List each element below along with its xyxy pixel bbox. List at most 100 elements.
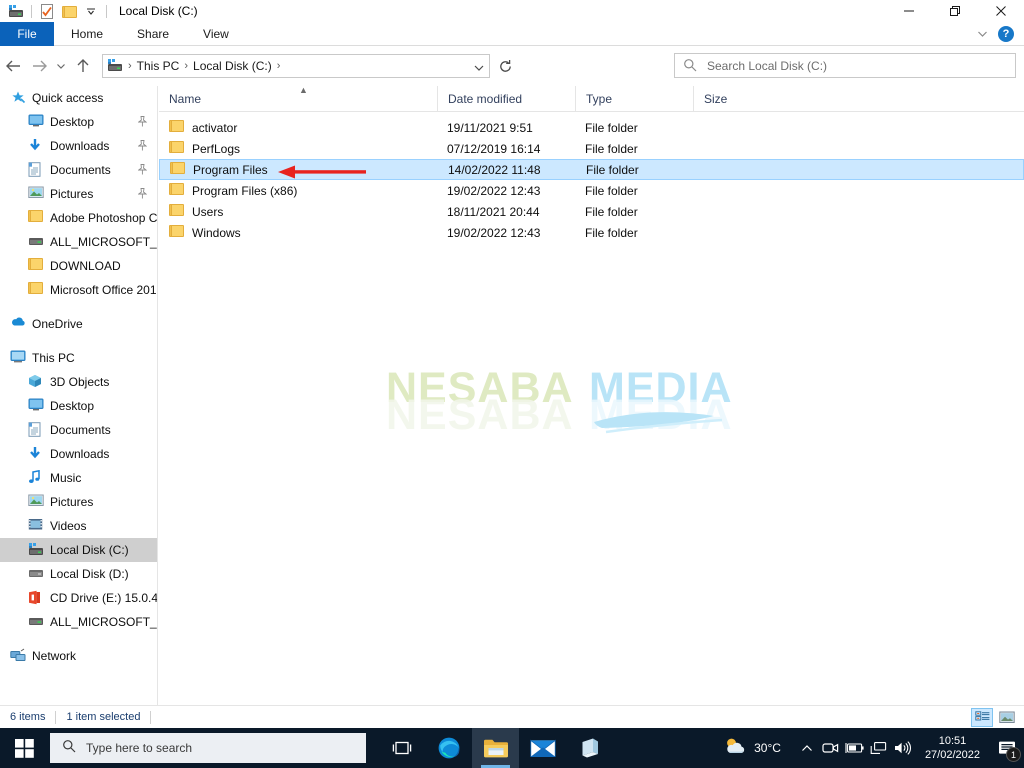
- file-explorer-icon[interactable]: [472, 728, 519, 768]
- details-view-icon[interactable]: [971, 708, 993, 727]
- meet-now-icon[interactable]: [819, 728, 843, 768]
- microsoft-edge-icon[interactable]: [425, 728, 472, 768]
- network-icon[interactable]: [867, 728, 891, 768]
- forward-arrow-icon[interactable]: [26, 53, 52, 79]
- watermark-text-media: MEDIA: [589, 364, 733, 412]
- sidebar-item-download[interactable]: DOWNLOAD: [0, 254, 157, 278]
- clock-time: 10:51: [938, 735, 967, 747]
- sidebar-item-quick-access[interactable]: Quick access: [0, 86, 157, 110]
- large-icons-view-icon[interactable]: [996, 708, 1018, 727]
- sidebar-label: Documents: [50, 423, 111, 437]
- sidebar-label: Pictures: [50, 187, 94, 201]
- navigation-pane[interactable]: Quick access Desktop Downloads Documents…: [0, 86, 158, 705]
- sidebar-item-documents[interactable]: Documents: [0, 158, 157, 182]
- up-arrow-icon[interactable]: [70, 53, 96, 79]
- file-name-cell: Windows: [159, 222, 437, 243]
- svg-text:NESABA: NESABA: [386, 391, 574, 439]
- restore-icon[interactable]: [932, 0, 978, 22]
- sidebar-item-all-microsoft-o[interactable]: ALL_MICROSOFT_O: [0, 230, 157, 254]
- show-hidden-icons-icon[interactable]: [795, 728, 819, 768]
- sidebar-item-downloads[interactable]: Downloads: [0, 134, 157, 158]
- recent-locations-chevron-icon[interactable]: [52, 53, 70, 79]
- sidebar-item-cd-drive-e[interactable]: CD Drive (E:) 15.0.45: [0, 586, 157, 610]
- table-row[interactable]: Program Files (x86) 19/02/2022 12:43 Fil…: [159, 180, 1024, 201]
- file-name: Users: [192, 204, 224, 219]
- column-header-name[interactable]: Name ▲: [159, 84, 437, 112]
- breadcrumb-local-disk-c[interactable]: Local Disk (C:): [190, 59, 275, 73]
- annotation-arrow-icon: [278, 165, 368, 179]
- sidebar-item-onedrive[interactable]: OneDrive: [0, 312, 157, 336]
- column-header-type[interactable]: Type: [575, 85, 693, 112]
- tab-share[interactable]: Share: [120, 22, 186, 46]
- close-icon[interactable]: [978, 0, 1024, 22]
- status-bar: 6 items 1 item selected: [0, 705, 1024, 728]
- properties-icon[interactable]: [36, 1, 58, 21]
- sort-ascending-icon: ▲: [299, 84, 308, 95]
- notification-icon[interactable]: 1: [990, 728, 1024, 768]
- tab-view[interactable]: View: [186, 22, 246, 46]
- file-type: File folder: [585, 120, 638, 135]
- volume-icon[interactable]: [891, 728, 915, 768]
- table-row[interactable]: Program Files 14/02/2022 11:48 File fold…: [159, 159, 1024, 180]
- sidebar-item-all-microsoft-o-pc[interactable]: ALL_MICROSOFT_O: [0, 610, 157, 634]
- sidebar-item-videos[interactable]: Videos: [0, 514, 157, 538]
- drive-icon[interactable]: [5, 1, 27, 21]
- sidebar-label: OneDrive: [32, 317, 83, 331]
- sidebar-item-downloads-pc[interactable]: Downloads: [0, 442, 157, 466]
- help-button[interactable]: ?: [998, 26, 1014, 42]
- table-row[interactable]: Windows 19/02/2022 12:43 File folder: [159, 222, 1024, 243]
- mail-icon[interactable]: [519, 728, 566, 768]
- new-folder-icon[interactable]: [58, 1, 80, 21]
- store-icon[interactable]: [566, 728, 613, 768]
- taskbar-search-input[interactable]: Type here to search: [50, 733, 366, 763]
- sidebar-item-adobe-photoshop[interactable]: Adobe Photoshop C: [0, 206, 157, 230]
- file-date: 19/02/2022 12:43: [447, 183, 541, 198]
- sidebar-item-network[interactable]: Network: [0, 644, 157, 668]
- sidebar-item-documents-pc[interactable]: Documents: [0, 418, 157, 442]
- expand-ribbon-chevron-icon[interactable]: [968, 23, 996, 45]
- sidebar-item-pictures[interactable]: Pictures: [0, 182, 157, 206]
- table-row[interactable]: activator 19/11/2021 9:51 File folder: [159, 117, 1024, 138]
- search-input[interactable]: Search Local Disk (C:): [674, 53, 1016, 78]
- taskbar-clock[interactable]: 10:51 27/02/2022: [915, 728, 990, 768]
- tab-file[interactable]: File: [0, 22, 54, 46]
- sidebar-item-microsoft-office[interactable]: Microsoft Office 201: [0, 278, 157, 302]
- file-date: 07/12/2019 16:14: [447, 141, 541, 156]
- watermark-text-nesaba: NESABA: [386, 364, 574, 412]
- tab-home[interactable]: Home: [54, 22, 120, 46]
- sidebar-item-music[interactable]: Music: [0, 466, 157, 490]
- sidebar-item-this-pc[interactable]: This PC: [0, 346, 157, 370]
- sidebar-item-desktop[interactable]: Desktop: [0, 110, 157, 134]
- file-name-cell: activator: [159, 117, 437, 138]
- videos-icon: [28, 518, 44, 534]
- breadcrumb[interactable]: › This PC › Local Disk (C:) ›: [102, 54, 490, 78]
- column-header-size[interactable]: Size: [693, 85, 771, 112]
- battery-icon[interactable]: [843, 728, 867, 768]
- sidebar-item-3d-objects[interactable]: 3D Objects: [0, 370, 157, 394]
- back-arrow-icon[interactable]: [0, 53, 26, 79]
- windows-start-icon[interactable]: [0, 728, 48, 768]
- table-row[interactable]: PerfLogs 07/12/2019 16:14 File folder: [159, 138, 1024, 159]
- weather-widget[interactable]: 30°C: [723, 736, 781, 761]
- address-dropdown-icon[interactable]: [473, 59, 485, 77]
- customize-chevron-icon[interactable]: [80, 1, 102, 21]
- refresh-icon[interactable]: [492, 54, 518, 78]
- sidebar-item-pictures-pc[interactable]: Pictures: [0, 490, 157, 514]
- taskbar-search-placeholder: Type here to search: [86, 741, 193, 755]
- sidebar-label: Adobe Photoshop C: [50, 211, 157, 225]
- file-type: File folder: [585, 225, 638, 240]
- pictures-icon: [28, 494, 44, 510]
- task-view-icon[interactable]: [378, 728, 425, 768]
- table-row[interactable]: Users 18/11/2021 20:44 File folder: [159, 201, 1024, 222]
- column-header-date-modified[interactable]: Date modified: [437, 85, 575, 112]
- column-label: Date modified: [448, 91, 523, 106]
- search-icon: [683, 58, 699, 74]
- file-name-cell: Program Files: [160, 159, 438, 180]
- sidebar-item-local-disk-c[interactable]: Local Disk (C:): [0, 538, 157, 562]
- sidebar-item-local-disk-d[interactable]: Local Disk (D:): [0, 562, 157, 586]
- minimize-icon[interactable]: [886, 0, 932, 22]
- breadcrumb-this-pc[interactable]: This PC: [134, 59, 183, 73]
- file-date: 19/02/2022 12:43: [447, 225, 541, 240]
- sidebar-item-desktop-pc[interactable]: Desktop: [0, 394, 157, 418]
- file-size: [693, 138, 771, 159]
